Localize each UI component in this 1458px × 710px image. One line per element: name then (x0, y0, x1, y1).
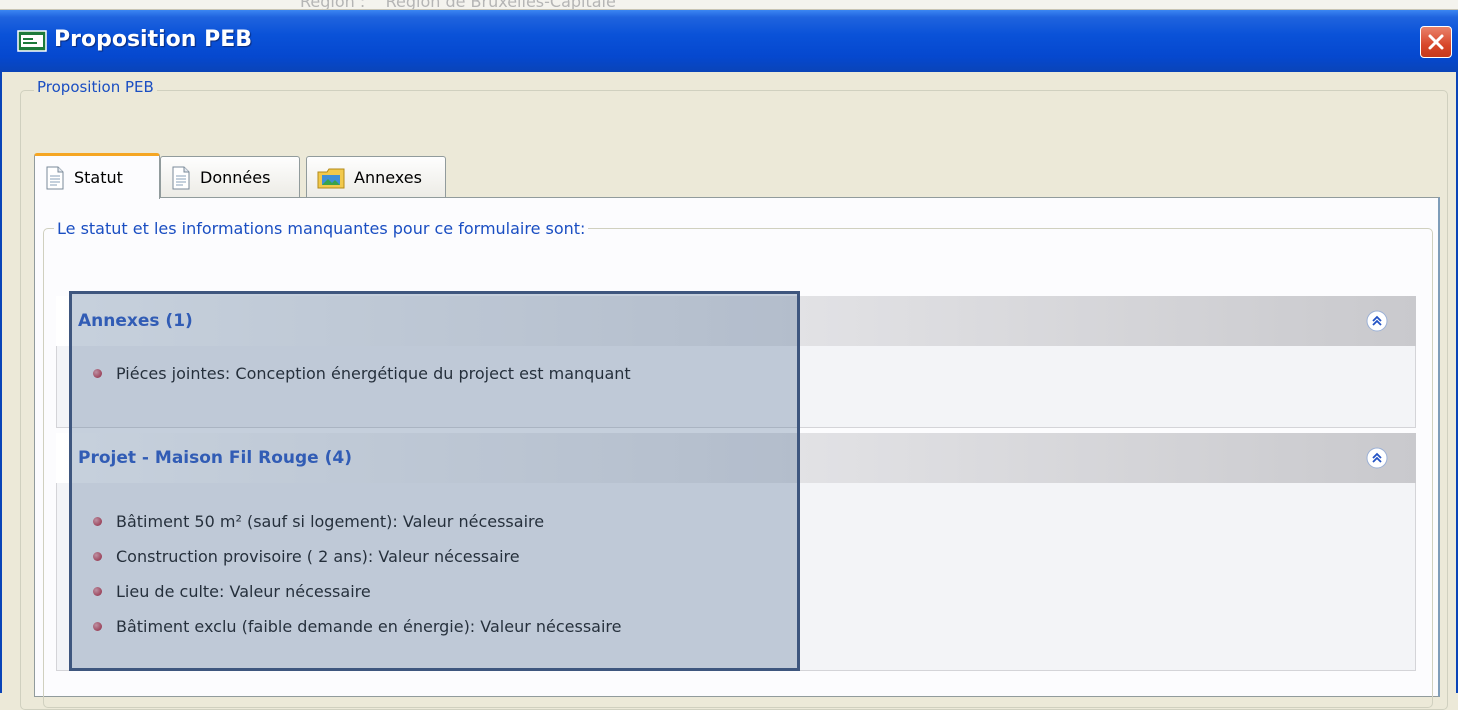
chevron-up-icon[interactable] (1366, 310, 1388, 332)
list-item-text: Bâtiment exclu (faible demande en énergi… (116, 617, 622, 636)
list-item-text: Bâtiment 50 m² (sauf si logement): Valeu… (116, 512, 545, 531)
list-item: Bâtiment 50 m² (sauf si logement): Valeu… (57, 504, 1415, 539)
list-item-text: Construction provisoire ( 2 ans): Valeur… (116, 547, 520, 566)
bullet-icon (93, 622, 102, 631)
title-bar[interactable]: Proposition PEB (0, 10, 1458, 72)
status-group-label: Le statut et les informations manquantes… (54, 219, 589, 238)
list-item: Construction provisoire ( 2 ans): Valeur… (57, 539, 1415, 574)
list-item: Bâtiment exclu (faible demande en énergi… (57, 609, 1415, 644)
list-item-text: Lieu de culte: Valeur nécessaire (116, 582, 371, 601)
tab-donnees-label: Données (200, 168, 271, 187)
tab-annexes-label: Annexes (354, 168, 422, 187)
tab-annexes[interactable]: Annexes (306, 156, 446, 198)
section-projet-title: Projet - Maison Fil Rouge (4) (78, 448, 352, 468)
bullet-icon (93, 517, 102, 526)
section-annexes-header[interactable]: Annexes (1) (56, 296, 1416, 346)
document-icon (172, 166, 190, 189)
close-icon (1428, 34, 1444, 50)
tab-statut[interactable]: Statut (34, 153, 160, 199)
tab-donnees[interactable]: Données (160, 156, 300, 198)
chevron-up-icon[interactable] (1366, 447, 1388, 469)
close-button[interactable] (1420, 26, 1452, 58)
tab-statut-label: Statut (74, 168, 123, 187)
folder-image-icon (317, 168, 345, 188)
window-title: Proposition PEB (54, 27, 252, 52)
document-icon (46, 166, 64, 189)
app-window-icon (17, 30, 47, 52)
section-projet-body: Bâtiment 50 m² (sauf si logement): Valeu… (56, 483, 1416, 671)
section-annexes: Annexes (1) Piéces jointes: Conception é… (56, 296, 1416, 428)
section-projet: Projet - Maison Fil Rouge (4) Bâtiment 5… (56, 433, 1416, 671)
section-annexes-body: Piéces jointes: Conception énergétique d… (56, 346, 1416, 428)
list-item-text: Piéces jointes: Conception énergétique d… (116, 364, 631, 383)
bullet-icon (93, 587, 102, 596)
list-item: Lieu de culte: Valeur nécessaire (57, 574, 1415, 609)
bullet-icon (93, 369, 102, 378)
section-annexes-title: Annexes (1) (78, 311, 193, 331)
list-item: Piéces jointes: Conception énergétique d… (57, 356, 1415, 391)
section-projet-header[interactable]: Projet - Maison Fil Rouge (4) (56, 433, 1416, 483)
background-region-field: Région : Région de Bruxelles-Capitale (300, 0, 616, 10)
background-window-strip: Région : Région de Bruxelles-Capitale (0, 0, 1458, 10)
bullet-icon (93, 552, 102, 561)
proposition-group-label: Proposition PEB (34, 78, 157, 96)
